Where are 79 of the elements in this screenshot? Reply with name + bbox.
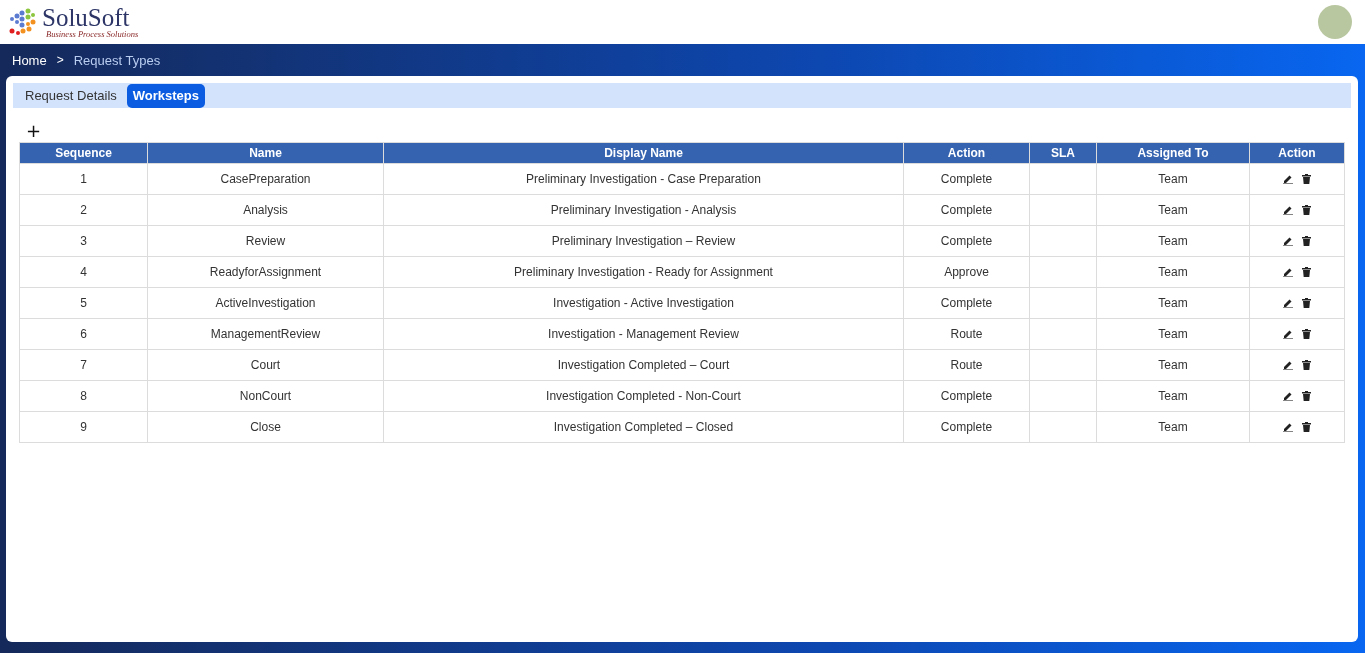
breadcrumb-link[interactable]: Request Types (73, 52, 161, 68)
table-cell: Team (1096, 380, 1250, 412)
table-cell: Route (903, 349, 1030, 381)
table-cell: Team (1096, 349, 1250, 381)
edit-pencil-icon[interactable] (1283, 391, 1293, 401)
edit-pencil-icon[interactable] (1283, 236, 1293, 246)
table-cell: Team (1096, 163, 1250, 195)
table-cell: Team (1096, 318, 1250, 350)
table-cell: Complete (903, 287, 1030, 319)
column-header: Display Name (383, 142, 904, 164)
table-cell: Complete (903, 194, 1030, 226)
table-cell: Investigation - Active Investigation (383, 287, 904, 319)
table-cell: Investigation - Management Review (383, 318, 904, 350)
table-cell: 2 (19, 194, 148, 226)
logo-name: SoluSoft (42, 5, 130, 31)
table-cell: Team (1096, 194, 1250, 226)
table-cell: Complete (903, 380, 1030, 412)
table-cell: Investigation Completed - Non-Court (383, 380, 904, 412)
table-cell: Preliminary Investigation - Ready for Assignment (383, 256, 904, 288)
edit-pencil-icon[interactable] (1283, 298, 1293, 308)
dots-logo-icon (8, 7, 38, 37)
edit-pencil-icon[interactable] (1283, 267, 1293, 277)
table-cell: Complete (903, 411, 1030, 443)
column-header: Action (903, 142, 1030, 164)
delete-trash-icon[interactable] (1302, 329, 1311, 339)
delete-trash-icon[interactable] (1302, 205, 1311, 215)
table-cell: ActiveInvestigation (147, 287, 384, 319)
column-header: Name (147, 142, 384, 164)
delete-trash-icon[interactable] (1302, 236, 1311, 246)
table-cell: Review (147, 225, 384, 257)
edit-pencil-icon[interactable] (1283, 174, 1293, 184)
table-cell: 5 (19, 287, 148, 319)
table-cell: Investigation Completed – Closed (383, 411, 904, 443)
table-cell: 7 (19, 349, 148, 381)
table-cell: Investigation Completed – Court (383, 349, 904, 381)
table-cell: 9 (19, 411, 148, 443)
column-header: Assigned To (1096, 142, 1250, 164)
table-cell: 6 (19, 318, 148, 350)
delete-trash-icon[interactable] (1302, 391, 1311, 401)
edit-pencil-icon[interactable] (1283, 422, 1293, 432)
edit-pencil-icon[interactable] (1283, 205, 1293, 215)
table-cell: ReadyforAssignment (147, 256, 384, 288)
table-cell: Court (147, 349, 384, 381)
table-cell: Route (903, 318, 1030, 350)
logo-tagline: Business Process Solutions (46, 30, 139, 39)
delete-trash-icon[interactable] (1302, 174, 1311, 184)
delete-trash-icon[interactable] (1302, 298, 1311, 308)
breadcrumb-separator: > (56, 53, 64, 67)
table-cell: Analysis (147, 194, 384, 226)
delete-trash-icon[interactable] (1302, 360, 1311, 370)
table-cell: ManagementReview (147, 318, 384, 350)
table-cell: Team (1096, 225, 1250, 257)
delete-trash-icon[interactable] (1302, 422, 1311, 432)
delete-trash-icon[interactable] (1302, 267, 1311, 277)
column-header: SLA (1029, 142, 1097, 164)
table-cell: Preliminary Investigation - Analysis (383, 194, 904, 226)
table-cell: Complete (903, 163, 1030, 195)
table-cell: Close (147, 411, 384, 443)
table-cell: Preliminary Investigation - Case Preparation (383, 163, 904, 195)
table-cell: CasePreparation (147, 163, 384, 195)
table-cell: Preliminary Investigation – Review (383, 225, 904, 257)
table-cell: NonCourt (147, 380, 384, 412)
breadcrumb-link[interactable]: Home (12, 52, 47, 68)
tab[interactable]: Request Details (19, 83, 123, 108)
table-cell: 8 (19, 380, 148, 412)
table-cell: Approve (903, 256, 1030, 288)
table-cell: Team (1096, 411, 1250, 443)
column-header: Action (1249, 142, 1345, 164)
column-header: Sequence (19, 142, 148, 164)
tab[interactable]: Worksteps (126, 83, 205, 108)
table-cell: 3 (19, 225, 148, 257)
add-button[interactable]: + (26, 122, 42, 140)
table-cell: 4 (19, 256, 148, 288)
edit-pencil-icon[interactable] (1283, 360, 1293, 370)
table-cell: Complete (903, 225, 1030, 257)
edit-pencil-icon[interactable] (1283, 329, 1293, 339)
table-cell: 1 (19, 163, 148, 195)
table-cell: Team (1096, 287, 1250, 319)
table-cell: Team (1096, 256, 1250, 288)
